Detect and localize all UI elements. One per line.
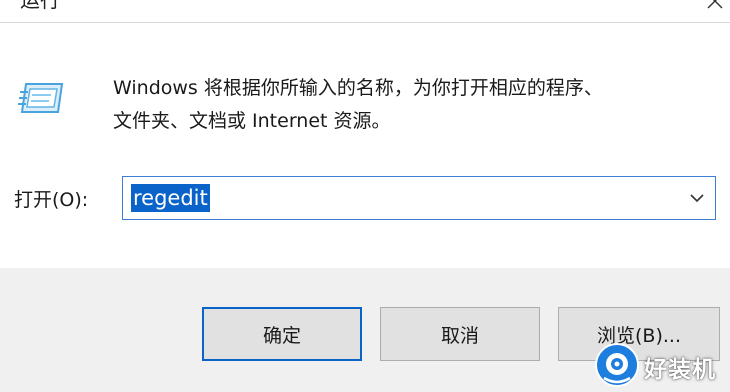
description-line-1: Windows 将根据你所输入的名称，为你打开相应的程序、 bbox=[113, 77, 603, 99]
window-title: 运行 bbox=[20, 0, 60, 12]
open-input[interactable]: regedit bbox=[131, 184, 210, 212]
watermark: 好装机 bbox=[594, 342, 730, 390]
open-label: 打开(O): bbox=[14, 189, 89, 211]
watermark-text: 好装机 bbox=[644, 357, 716, 383]
open-combobox[interactable]: regedit bbox=[122, 176, 716, 220]
watermark-logo-icon bbox=[595, 343, 639, 387]
run-dialog: 运行 Windows 将根据你所输入的名称，为你打开相应的程序、 文件夹、文档或… bbox=[0, 0, 730, 392]
title-bar: 运行 bbox=[0, 0, 730, 23]
cancel-button[interactable]: 取消 bbox=[380, 307, 540, 361]
description-text: Windows 将根据你所输入的名称，为你打开相应的程序、 文件夹、文档或 In… bbox=[113, 72, 713, 138]
run-icon bbox=[18, 83, 64, 113]
close-icon[interactable] bbox=[704, 0, 726, 12]
ok-button[interactable]: 确定 bbox=[202, 307, 362, 361]
chevron-down-icon[interactable] bbox=[689, 191, 705, 205]
description-line-2: 文件夹、文档或 Internet 资源。 bbox=[113, 110, 391, 132]
